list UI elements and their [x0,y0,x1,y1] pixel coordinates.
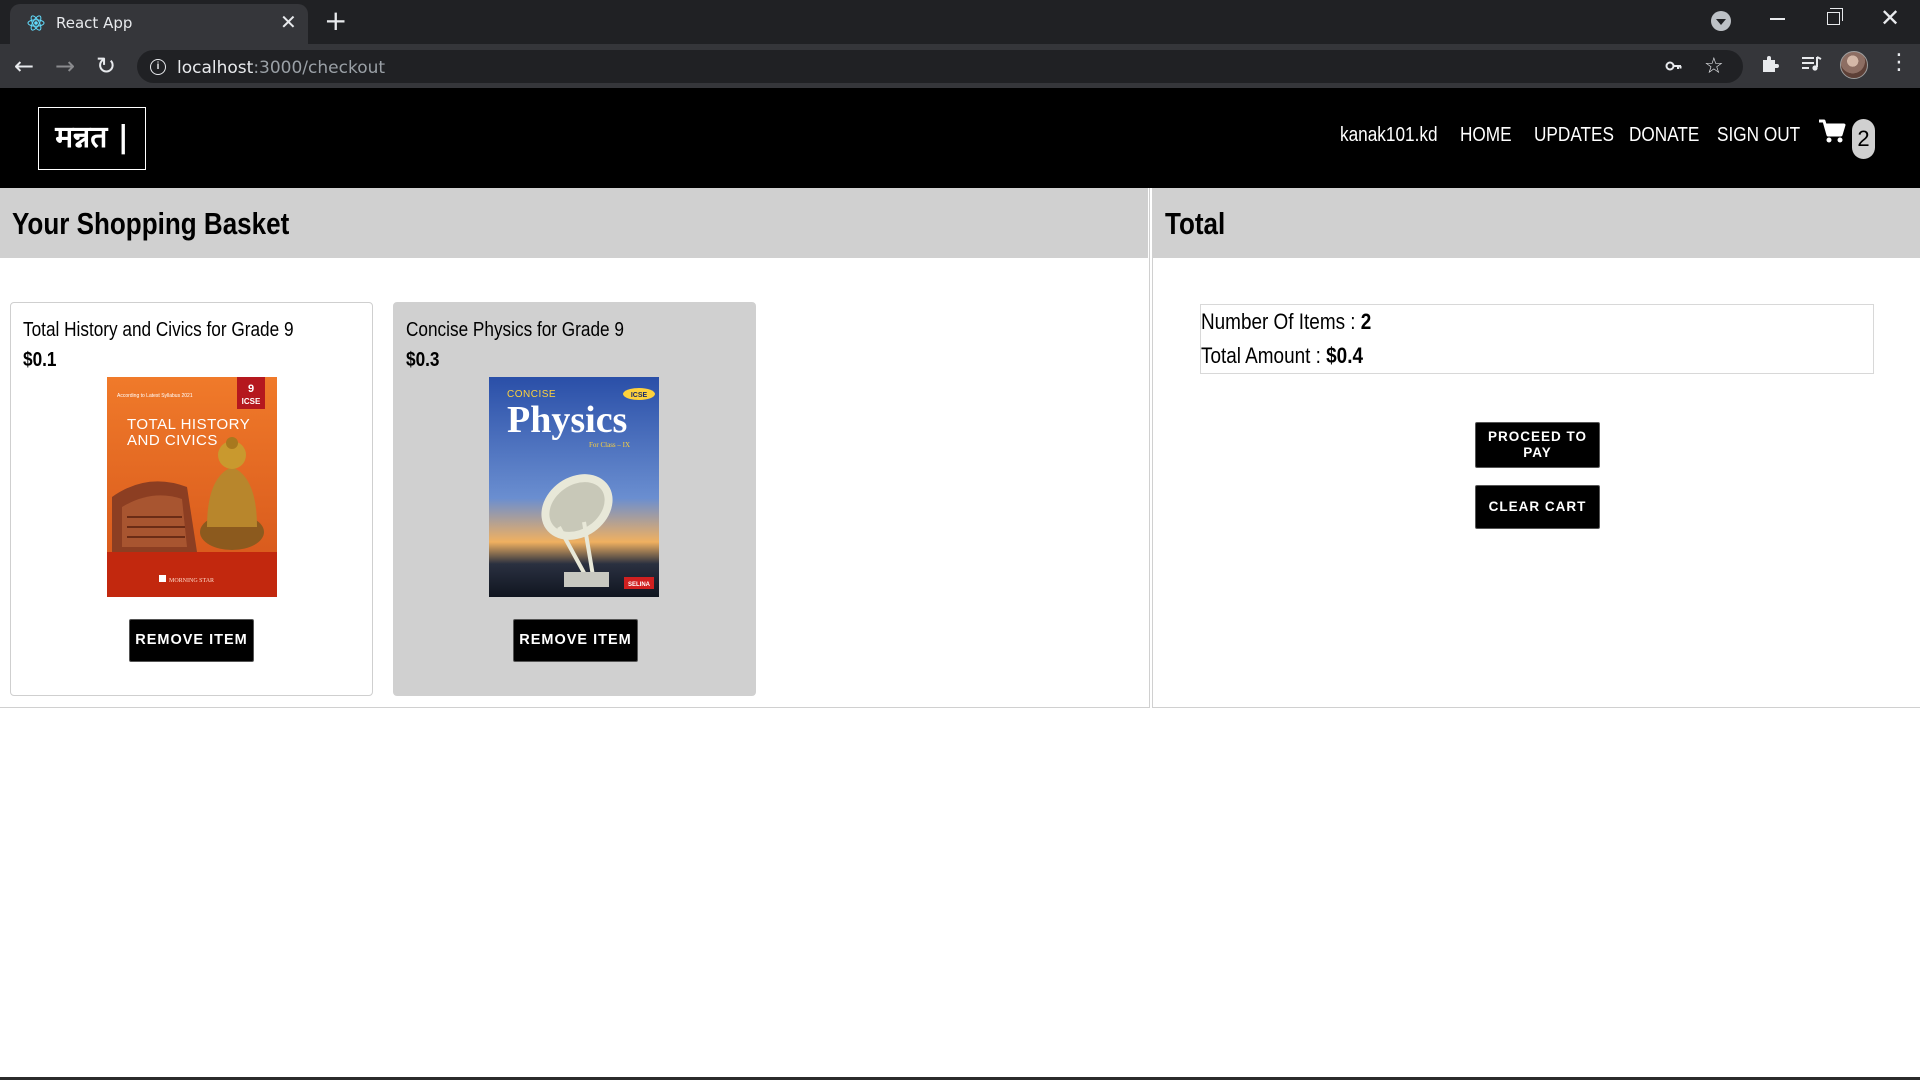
cover-publisher: MORNING STAR [169,578,214,584]
reload-icon[interactable]: ↻ [96,52,116,80]
total-header: Total [1153,188,1920,258]
nav-donate[interactable]: DONATE [1629,124,1699,147]
cover-title: Physics [507,399,627,441]
url-text[interactable]: localhost:3000/checkout [177,58,385,78]
remove-item-button[interactable]: REMOVE ITEM [513,619,638,662]
nav-sign-out[interactable]: SIGN OUT [1717,124,1800,147]
cover-top: According to Latest Syllabus 2021 [117,393,193,399]
item-name: Total History and Civics for Grade 9 [23,319,294,341]
browser-tab[interactable]: React App ✕ [10,4,308,44]
react-favicon-icon [27,15,45,31]
basket-header: Your Shopping Basket [0,188,1148,258]
tab-title: React App [56,14,133,32]
amount-value: $0.4 [1326,343,1363,368]
key-icon[interactable] [1665,57,1683,75]
remove-item-button[interactable]: REMOVE ITEM [129,619,254,662]
media-icon[interactable] [1800,54,1822,74]
clear-cart-button[interactable]: CLEAR CART [1475,485,1600,529]
tab-close-icon[interactable]: ✕ [280,12,297,32]
item-price: $0.3 [406,349,440,371]
basket-item-card: Concise Physics for Grade 9 $0.3 CONCISE… [393,302,756,696]
shopping-basket-panel: Your Shopping Basket Total History and C… [0,188,1150,708]
browser-toolbar: ← → ↻ i localhost:3000/checkout ☆ [0,44,1920,88]
cart-icon[interactable] [1818,118,1846,144]
new-tab-button[interactable]: + [324,6,347,36]
forward-arrow-icon[interactable]: → [55,52,75,80]
items-label: Number Of Items : [1201,309,1361,334]
item-name: Concise Physics for Grade 9 [406,319,624,341]
order-summary: Number Of Items : 2 Total Amount : $0.4 [1200,304,1874,374]
total-title: Total [1165,206,1226,241]
info-icon[interactable]: i [150,59,166,75]
svg-text:9: 9 [248,383,254,395]
items-count-line: Number Of Items : 2 [1201,309,1371,335]
amount-label: Total Amount : [1201,343,1327,368]
puzzle-icon[interactable] [1760,54,1780,74]
address-bar[interactable]: i localhost:3000/checkout ☆ [137,50,1743,83]
svg-text:TOTAL HISTORY: TOTAL HISTORY [127,416,250,433]
book-cover-physics: CONCISE ICSE Physics For Class – IX SELI… [489,377,659,597]
nav-updates[interactable]: UPDATES [1534,124,1614,147]
profile-avatar[interactable] [1840,51,1868,79]
window-minimize-button[interactable] [1770,18,1785,20]
cover-badge: ICSE [631,392,648,399]
item-price: $0.1 [23,349,57,371]
total-amount-line: Total Amount : $0.4 [1201,343,1363,369]
basket-title: Your Shopping Basket [12,206,290,241]
window-close-button[interactable]: ✕ [1880,4,1900,32]
nav-home[interactable]: HOME [1460,124,1512,147]
basket-item-card: Total History and Civics for Grade 9 $0.… [10,302,373,696]
menu-dots-icon[interactable]: ⋮ [1888,52,1910,74]
app-header: मन्नत | kanak101.kd HOME UPDATES DONATE … [0,88,1920,188]
cover-sub: For Class – IX [589,441,630,449]
url-path: :3000/checkout [253,58,386,78]
url-host: localhost [177,58,254,78]
book-cover-history: 9 ICSE According to Latest Syllabus 2021… [107,377,277,597]
tab-search-icon[interactable] [1711,11,1731,31]
back-arrow-icon[interactable]: ← [14,52,34,80]
window-restore-button[interactable] [1827,8,1843,25]
browser-tab-strip: React App ✕ + ✕ [0,0,1920,44]
star-icon[interactable]: ☆ [1704,54,1724,79]
cart-count-badge[interactable]: 2 [1852,119,1875,159]
total-panel: Total Number Of Items : 2 Total Amount :… [1152,188,1920,708]
cover-publisher: SELINA [628,582,651,588]
svg-text:AND CIVICS: AND CIVICS [127,432,218,449]
nav-user[interactable]: kanak101.kd [1340,124,1438,147]
proceed-to-pay-button[interactable]: PROCEED TO PAY [1475,422,1600,468]
cover-badge: ICSE [242,397,261,406]
site-logo[interactable]: मन्नत | [38,107,146,170]
items-value: 2 [1360,309,1372,334]
